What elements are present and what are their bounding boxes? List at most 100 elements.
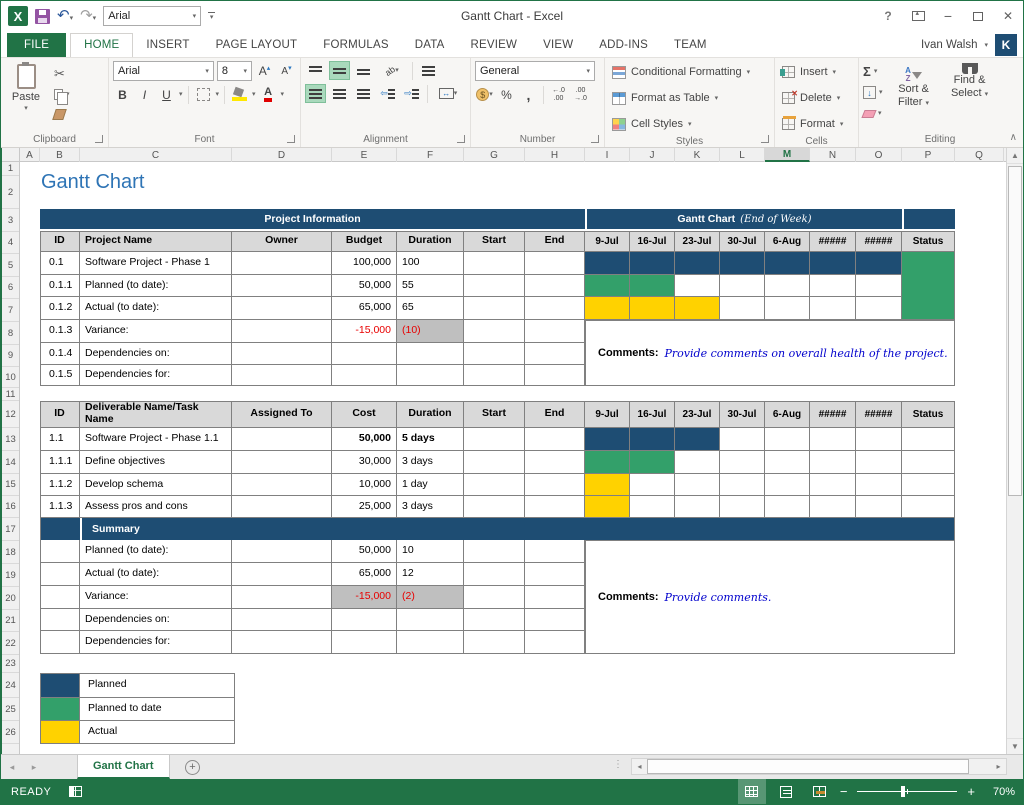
table-cell[interactable] [332, 609, 397, 631]
clipboard-dialog-launcher[interactable] [95, 135, 103, 143]
decrease-indent-button[interactable]: ⇦ [377, 84, 398, 103]
scroll-down-icon[interactable] [1007, 738, 1023, 754]
row-header-21[interactable]: 21 [2, 610, 19, 632]
table-cell[interactable]: 1 day [397, 474, 464, 496]
font-size-combo[interactable]: 8 [217, 61, 252, 81]
sheet-canvas[interactable]: Gantt Chart Project InformationGantt Cha… [20, 162, 1006, 754]
excel-logo-icon[interactable]: X [8, 6, 28, 26]
table-cell[interactable]: Define objectives [80, 451, 232, 474]
table-cell[interactable]: 0.1.5 [40, 365, 80, 386]
table-cell[interactable] [232, 563, 332, 586]
table-cell[interactable] [464, 451, 525, 474]
table-cell[interactable] [40, 586, 80, 609]
gantt-week-header[interactable]: 16-Jul [630, 401, 675, 428]
tab-insert[interactable]: INSERT [133, 34, 202, 57]
merge-center-button[interactable] [433, 84, 463, 103]
table-cell[interactable]: 100,000 [332, 252, 397, 275]
gantt-bar-cell[interactable] [585, 496, 630, 518]
align-bottom-button[interactable] [353, 61, 374, 80]
add-sheet-button[interactable]: + [178, 755, 208, 779]
table-cell[interactable] [464, 428, 525, 451]
table-col-header[interactable]: End [525, 231, 585, 252]
redo-button[interactable] [80, 7, 96, 25]
table-cell[interactable] [464, 297, 525, 320]
gantt-empty-cell[interactable] [810, 428, 856, 451]
wrap-text-button[interactable] [418, 61, 439, 80]
gantt-bar-cell[interactable] [585, 252, 630, 275]
gantt-bar-cell[interactable] [630, 275, 675, 297]
table-cell[interactable] [525, 428, 585, 451]
row-header-19[interactable]: 19 [2, 564, 19, 587]
gantt-empty-cell[interactable] [765, 496, 810, 518]
bold-button[interactable]: B [113, 85, 132, 104]
alignment-dialog-launcher[interactable] [457, 135, 465, 143]
orientation-button[interactable]: ab [377, 61, 407, 80]
tab-review[interactable]: REVIEW [458, 34, 531, 57]
table-cell[interactable]: 50,000 [332, 275, 397, 297]
row-header-7[interactable]: 7 [2, 299, 19, 322]
table-cell[interactable] [232, 609, 332, 631]
table-cell[interactable] [525, 586, 585, 609]
cell-styles-button[interactable]: Cell Styles [609, 113, 753, 135]
gantt-week-header[interactable]: ##### [810, 231, 856, 252]
fill-color-dropdown-icon[interactable] [252, 91, 256, 98]
table-cell[interactable] [525, 451, 585, 474]
scroll-left-icon[interactable] [632, 759, 647, 774]
format-as-table-button[interactable]: Format as Table [609, 87, 753, 109]
minimize-button[interactable] [933, 4, 963, 28]
zoom-slider[interactable] [857, 791, 957, 792]
gantt-empty-cell[interactable] [720, 474, 765, 496]
gantt-empty-cell[interactable] [720, 496, 765, 518]
table-cell[interactable] [232, 631, 332, 654]
fill-color-button[interactable] [230, 85, 249, 104]
table-col-header[interactable]: Duration [397, 401, 464, 428]
gantt-empty-cell[interactable] [675, 275, 720, 297]
gantt-empty-cell[interactable] [810, 297, 856, 320]
table-cell[interactable]: 50,000 [332, 540, 397, 563]
table-cell[interactable]: 55 [397, 275, 464, 297]
gantt-empty-cell[interactable] [856, 474, 902, 496]
zoom-in-button[interactable]: + [967, 785, 975, 798]
gantt-week-header[interactable]: 9-Jul [585, 231, 630, 252]
undo-button[interactable] [57, 7, 73, 25]
table-cell[interactable]: 65 [397, 297, 464, 320]
table-cell[interactable] [232, 540, 332, 563]
borders-dropdown-icon[interactable] [216, 91, 220, 98]
tab-team[interactable]: TEAM [661, 34, 720, 57]
table-cell[interactable] [525, 563, 585, 586]
conditional-formatting-button[interactable]: Conditional Formatting [609, 61, 753, 83]
tab-data[interactable]: DATA [402, 34, 458, 57]
scroll-right-icon[interactable] [991, 759, 1006, 774]
column-header-C[interactable]: C [80, 148, 232, 162]
row-header-23[interactable]: 23 [2, 655, 19, 673]
find-select-button[interactable]: Find & Select [945, 61, 995, 131]
column-header-M[interactable]: M [765, 148, 810, 162]
table-cell[interactable] [332, 631, 397, 654]
gantt-bar-cell[interactable] [630, 451, 675, 474]
gantt-week-header[interactable]: ##### [856, 401, 902, 428]
table-cell[interactable] [397, 609, 464, 631]
gantt-empty-cell[interactable] [856, 496, 902, 518]
table-cell[interactable]: Variance: [80, 320, 232, 343]
table-col-header[interactable]: Duration [397, 231, 464, 252]
table-cell[interactable] [464, 365, 525, 386]
gantt-week-header[interactable]: ##### [856, 231, 902, 252]
row-header-22[interactable]: 22 [2, 632, 19, 655]
table-col-header[interactable]: ID [40, 401, 80, 428]
table-cell[interactable] [525, 252, 585, 275]
column-header-A[interactable]: A [20, 148, 40, 162]
legend-label[interactable]: Actual [80, 721, 235, 744]
table-cell[interactable]: 0.1 [40, 252, 80, 275]
gantt-chart-banner[interactable]: Gantt Chart(End of Week) [587, 209, 902, 229]
table-cell[interactable] [525, 320, 585, 343]
row-header-12[interactable]: 12 [2, 401, 19, 428]
gantt-bar-cell[interactable] [810, 252, 856, 275]
project-info-banner[interactable]: Project Information [40, 209, 585, 229]
row-header-16[interactable]: 16 [2, 496, 19, 518]
italic-button[interactable]: I [135, 85, 154, 104]
increase-indent-button[interactable]: ⇨ [401, 84, 422, 103]
table-cell[interactable]: Dependencies on: [80, 343, 232, 365]
maximize-button[interactable] [963, 4, 993, 28]
column-header-B[interactable]: B [40, 148, 80, 162]
gantt-bar-cell[interactable] [720, 252, 765, 275]
